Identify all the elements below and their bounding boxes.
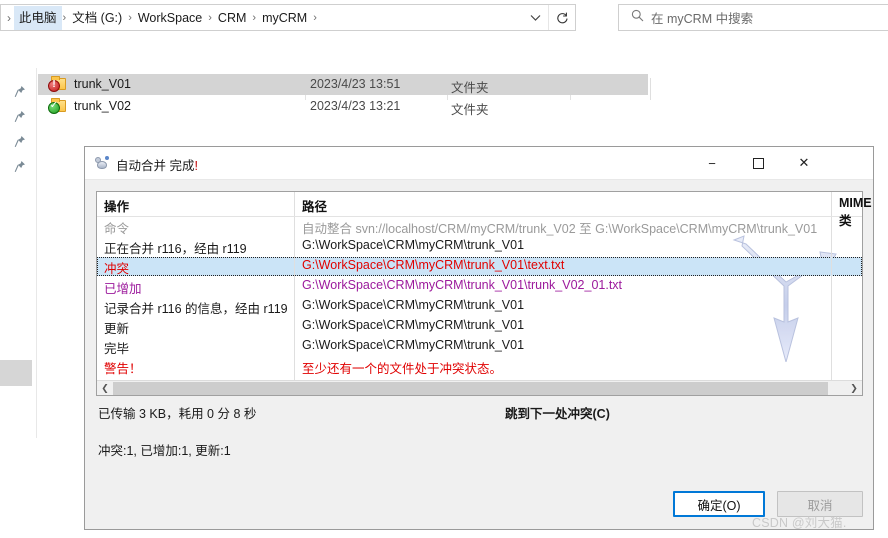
- scrollbar-thumb[interactable]: [113, 382, 828, 395]
- log-path: G:\WorkSpace\CRM\myCRM\trunk_V01: [302, 318, 525, 332]
- log-action: 正在合并 r116，经由 r119: [104, 242, 247, 256]
- refresh-icon[interactable]: [548, 5, 575, 30]
- file-name: trunk_V02: [74, 99, 131, 113]
- file-date: 2023/4/23 13:21: [310, 99, 401, 113]
- file-type: 文件夹: [451, 103, 489, 117]
- dialog-title: 自动合并 完成!: [116, 159, 198, 173]
- maximize-button[interactable]: [735, 147, 781, 179]
- log-path: G:\WorkSpace\CRM\myCRM\trunk_V01: [302, 298, 525, 312]
- log-path: 至少还有一个的文件处于冲突状态。: [302, 362, 503, 376]
- breadcrumb-separator: ›: [313, 11, 317, 24]
- folder-conflict-icon: [48, 76, 67, 92]
- minimize-button[interactable]: −: [689, 147, 735, 179]
- conflict-counts-status: 冲突:1, 已增加:1, 更新:1: [98, 444, 231, 458]
- log-row[interactable]: 正在合并 r116，经由 r119 G:\WorkSpace\CRM\myCRM…: [97, 237, 862, 256]
- search-placeholder: 在 myCRM 中搜索: [651, 12, 754, 26]
- breadcrumb-item-crm[interactable]: CRM: [213, 6, 251, 30]
- log-row[interactable]: 警告！ 至少还有一个的文件处于冲突状态。: [97, 357, 862, 376]
- search-input[interactable]: 在 myCRM 中搜索: [618, 4, 888, 31]
- breadcrumb-item-this-pc[interactable]: 此电脑: [14, 5, 62, 30]
- log-action: 冲突: [104, 262, 130, 276]
- log-action: 命令: [104, 222, 130, 236]
- log-row[interactable]: 更新 G:\WorkSpace\CRM\myCRM\trunk_V01: [97, 317, 862, 336]
- log-action: 已增加: [104, 282, 142, 296]
- folder-check-icon: [48, 98, 67, 114]
- column-header-row: ⌃ 名称 修改日期 类型 大小: [0, 38, 888, 100]
- log-path: G:\WorkSpace\CRM\myCRM\trunk_V01: [302, 338, 525, 352]
- scroll-right-icon[interactable]: ❯: [846, 381, 862, 396]
- log-path: G:\WorkSpace\CRM\myCRM\trunk_V01\trunk_V…: [302, 278, 623, 292]
- log-rows: 命令 自动整合 svn://localhost/CRM/myCRM/trunk_…: [97, 217, 862, 380]
- breadcrumb-address-box[interactable]: › 此电脑 › 文档 (G:) › WorkSpace › CRM › myCR…: [0, 4, 576, 31]
- file-type: 文件夹: [451, 81, 489, 95]
- table-row[interactable]: trunk_V02 2023/4/23 13:21 文件夹: [38, 96, 648, 117]
- file-date: 2023/4/23 13:51: [310, 77, 401, 91]
- log-row[interactable]: 完毕 G:\WorkSpace\CRM\myCRM\trunk_V01: [97, 337, 862, 356]
- log-column-path[interactable]: 路径: [295, 196, 327, 215]
- scroll-left-icon[interactable]: ❮: [97, 381, 113, 396]
- log-path: 自动整合 svn://localhost/CRM/myCRM/trunk_V02…: [302, 222, 818, 236]
- merge-log-list[interactable]: 操作 路径 MIME 类 命令 自动整合 svn://localhost/CRM…: [96, 191, 872, 396]
- log-row[interactable]: 已增加 G:\WorkSpace\CRM\myCRM\trunk_V01\tru…: [97, 277, 862, 296]
- search-icon: [631, 9, 644, 27]
- rail-highlight-block: [0, 360, 32, 386]
- log-action: 更新: [104, 322, 130, 336]
- log-path: G:\WorkSpace\CRM\myCRM\trunk_V01\text.tx…: [302, 258, 565, 272]
- breadcrumb-lead-chevron: ›: [7, 10, 11, 25]
- log-action: 完毕: [104, 342, 130, 356]
- log-row[interactable]: 记录合并 r116 的信息，经由 r119 G:\WorkSpace\CRM\m…: [97, 297, 862, 316]
- tortoise-merge-icon: [95, 156, 110, 171]
- pin-icon[interactable]: [14, 160, 26, 174]
- pin-icon[interactable]: [14, 110, 26, 124]
- log-row-selected[interactable]: 冲突 G:\WorkSpace\CRM\myCRM\trunk_V01\text…: [97, 257, 862, 276]
- table-row[interactable]: trunk_V01 2023/4/23 13:51 文件夹: [38, 74, 648, 95]
- csdn-watermark: CSDN @刘大猫.: [752, 516, 847, 530]
- file-name: trunk_V01: [74, 77, 131, 91]
- pin-icon[interactable]: [14, 135, 26, 149]
- address-bar: › 此电脑 › 文档 (G:) › WorkSpace › CRM › myCR…: [0, 0, 888, 35]
- jump-to-next-conflict-link[interactable]: 跳到下一处冲突(C): [505, 403, 610, 422]
- pin-icon[interactable]: [14, 85, 26, 99]
- log-row[interactable]: 命令 自动整合 svn://localhost/CRM/myCRM/trunk_…: [97, 217, 862, 236]
- chevron-down-icon[interactable]: [522, 5, 548, 30]
- transfer-status: 已传输 3 KB，耗用 0 分 8 秒: [98, 407, 257, 421]
- breadcrumb-item-documents-g[interactable]: 文档 (G:): [67, 6, 127, 30]
- log-column-headers: 操作 路径 MIME 类: [97, 192, 872, 228]
- automerge-finished-dialog: 自动合并 完成! − ✕ 操作 路径 MIME 类 命令 自动整合 svn://…: [84, 146, 874, 530]
- close-button[interactable]: ✕: [781, 147, 827, 179]
- log-action: 警告！: [104, 362, 142, 376]
- log-column-action[interactable]: 操作: [97, 196, 129, 215]
- breadcrumb-item-workspace[interactable]: WorkSpace: [133, 6, 207, 30]
- log-action: 记录合并 r116 的信息，经由 r119: [104, 302, 288, 316]
- horizontal-scrollbar[interactable]: ❮ ❯: [97, 380, 862, 395]
- dialog-title-bar[interactable]: 自动合并 完成! − ✕: [85, 147, 873, 180]
- breadcrumb-item-mycrm[interactable]: myCRM: [257, 6, 312, 30]
- log-path: G:\WorkSpace\CRM\myCRM\trunk_V01: [302, 238, 525, 252]
